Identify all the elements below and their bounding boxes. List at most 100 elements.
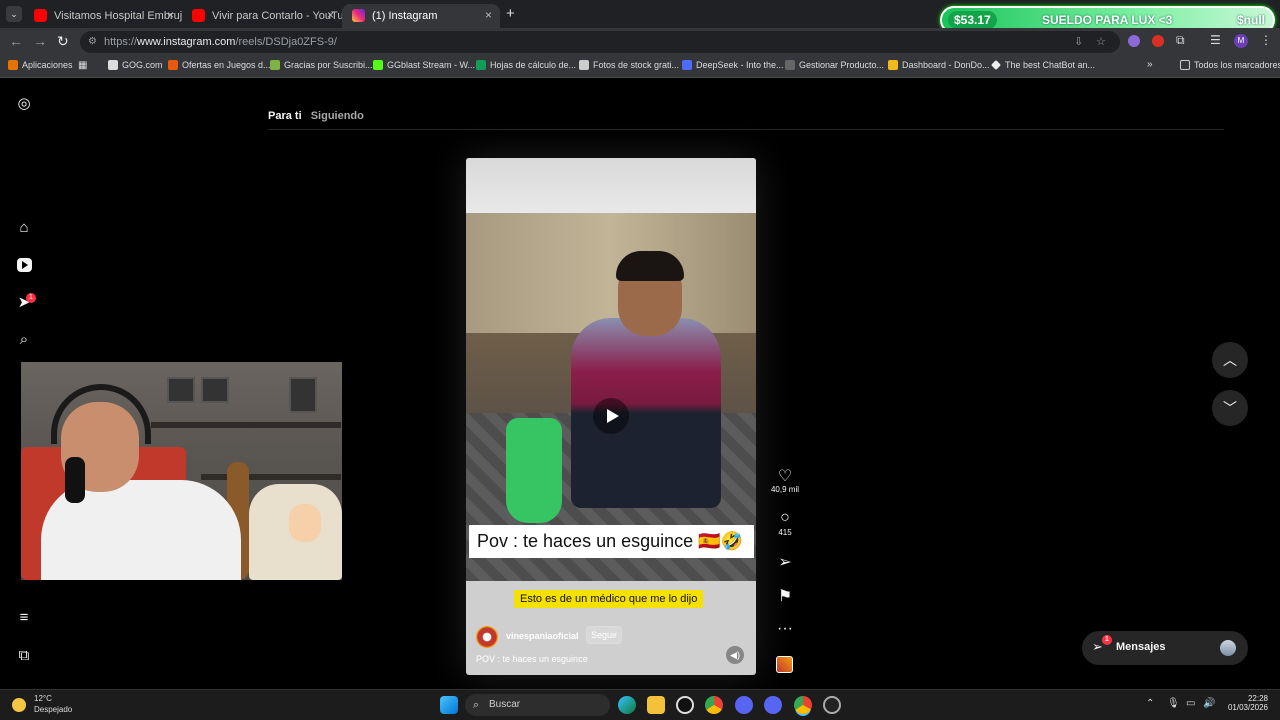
reels-icon[interactable] xyxy=(16,258,32,274)
webcam-plush-toy xyxy=(289,504,321,542)
instagram-favicon-icon xyxy=(352,9,365,22)
author-name[interactable]: vinespaniaoficial xyxy=(506,631,579,641)
discord-icon[interactable] xyxy=(764,696,782,714)
edge-icon[interactable] xyxy=(618,696,636,714)
webcam-picture-frame xyxy=(289,377,317,413)
instagram-logo-icon[interactable]: ◎ xyxy=(16,96,32,112)
browser-toolbar: ← → ↻ ⚙ https://www.instagram.com/reels/… xyxy=(0,28,1280,56)
goal-label: SUELDO PARA LUX <3 xyxy=(1042,13,1173,27)
save-action[interactable]: ⚑ xyxy=(770,586,800,605)
webcam-shelf xyxy=(201,474,341,480)
tab-vivir-para-contarlo[interactable]: Vivir para Contarlo - YouTube × xyxy=(182,4,342,28)
sheets-icon xyxy=(476,60,486,70)
volume-icon[interactable]: ◀) xyxy=(726,646,744,664)
messages-avatar xyxy=(1220,640,1236,656)
reload-icon[interactable]: ↻ xyxy=(57,33,69,50)
bookmark-hojas[interactable]: Hojas de cálculo de... xyxy=(476,60,576,70)
search-icon[interactable]: ⌕ xyxy=(16,332,32,348)
bookmark-ggblast[interactable]: GGblast Stream - W... xyxy=(373,60,475,70)
bookmark-icon[interactable]: ⚑ xyxy=(770,586,800,605)
file-explorer-icon[interactable] xyxy=(647,696,665,714)
bookmark-chatbot[interactable]: The best ChatBot an... xyxy=(991,60,1095,70)
back-icon[interactable]: ← xyxy=(9,33,23,49)
bookmark-gog[interactable]: GOG.com xyxy=(108,60,163,70)
temperature: 12°C xyxy=(34,694,52,703)
tag-icon xyxy=(168,60,178,70)
bookmark-site-icon xyxy=(270,60,280,70)
reel-subtitle: Esto es de un médico que me lo dijo xyxy=(514,590,704,608)
tab-hospital[interactable]: Visitamos Hospital Embrujado × xyxy=(24,4,182,28)
address-bar[interactable]: ⚙ https://www.instagram.com/reels/DSDja0… xyxy=(80,31,1120,53)
tab-instagram[interactable]: (1) Instagram × xyxy=(342,4,500,28)
reading-list-icon[interactable]: ☰ xyxy=(1210,33,1221,47)
previous-reel-button[interactable]: ︿ xyxy=(1212,342,1248,378)
messages-button[interactable]: ➢ 1 Mensajes xyxy=(1082,631,1248,665)
youtube-favicon-icon xyxy=(34,9,47,22)
extension-icon[interactable] xyxy=(1152,35,1164,47)
like-action[interactable]: ♡ 40,9 mil xyxy=(770,466,800,494)
new-tab-button[interactable]: + xyxy=(506,5,515,22)
bookmark-apps[interactable]: Aplicaciones xyxy=(8,60,73,70)
app-icon[interactable] xyxy=(735,696,753,714)
home-icon[interactable]: ⌂ xyxy=(16,220,32,236)
site-info-icon[interactable]: ⚙ xyxy=(88,31,97,53)
url-host: www.instagram.com xyxy=(137,36,236,48)
extensions-puzzle-icon[interactable]: ⧉ xyxy=(1176,33,1185,48)
overlay-brand: $null xyxy=(1236,13,1265,27)
install-app-icon[interactable]: ⇩ xyxy=(1074,31,1083,53)
tab-para-ti[interactable]: Para ti xyxy=(268,110,302,122)
more-options-action[interactable]: ··· xyxy=(770,620,800,638)
webcam-microphone xyxy=(65,457,85,503)
share-action[interactable]: ➢ xyxy=(770,552,800,571)
bookmark-star-icon[interactable]: ☆ xyxy=(1096,31,1106,53)
audio-avatar-icon[interactable] xyxy=(776,656,793,673)
app-icon[interactable] xyxy=(676,696,694,714)
heart-icon[interactable]: ♡ xyxy=(770,466,800,485)
display-icon[interactable]: ▭ xyxy=(1186,698,1195,709)
menu-icon[interactable]: ≡ xyxy=(16,610,32,626)
bookmark-dashboard[interactable]: Dashboard - DonDo... xyxy=(888,60,990,70)
more-options-icon[interactable]: ··· xyxy=(770,620,800,638)
taskbar-search[interactable]: ⌕ Buscar xyxy=(465,694,610,716)
tab-siguiendo[interactable]: Siguiendo xyxy=(311,110,364,122)
reel-video-card[interactable]: Pov : te haces un esguince 🇪🇸🤣 Esto es d… xyxy=(466,158,756,675)
bookmark-fotos[interactable]: Fotos de stock grati... xyxy=(579,60,679,70)
comment-action[interactable]: ○ 415 xyxy=(770,509,800,537)
all-bookmarks-folder[interactable]: Todos los marcadores xyxy=(1180,60,1280,70)
system-clock[interactable]: 22:28 01/03/2026 xyxy=(1222,694,1268,712)
close-tab-icon[interactable]: × xyxy=(167,8,174,22)
bookmark-ofertas[interactable]: Ofertas en Juegos d... xyxy=(168,60,271,70)
bookmarks-bar: Aplicaciones ▦ GOG.com Ofertas en Juegos… xyxy=(0,56,1280,78)
share-icon[interactable]: ➢ xyxy=(770,552,800,571)
profile-avatar[interactable]: M xyxy=(1234,34,1248,48)
close-tab-icon[interactable]: × xyxy=(327,8,334,22)
start-icon[interactable] xyxy=(440,696,458,714)
more-bookmarks-icon[interactable]: » xyxy=(1147,59,1153,70)
chrome-profile-icon[interactable] xyxy=(794,696,812,714)
tab-title: Vivir para Contarlo - YouTube xyxy=(212,10,342,22)
author-avatar[interactable] xyxy=(476,626,498,648)
chrome-icon[interactable] xyxy=(705,696,723,714)
comment-icon[interactable]: ○ xyxy=(770,509,800,527)
bookmark-deepseek[interactable]: DeepSeek - Into the... xyxy=(682,60,784,70)
follow-button[interactable]: Seguir xyxy=(586,626,623,644)
play-icon[interactable] xyxy=(593,398,629,434)
folder-icon xyxy=(1180,60,1190,70)
speaker-icon[interactable]: 🔊 xyxy=(1203,698,1215,709)
microphone-icon[interactable]: 🎙 xyxy=(1167,698,1180,709)
bookmark-gestionar[interactable]: Gestionar Producto... xyxy=(785,60,884,70)
bookmark-gracias[interactable]: Gracias por Suscribi... xyxy=(270,60,373,70)
tab-groups-icon[interactable]: ▦ xyxy=(78,60,87,71)
tab-search-chevron-icon[interactable]: ⌄ xyxy=(6,6,22,22)
clock-date: 01/03/2026 xyxy=(1227,703,1268,712)
deepseek-icon xyxy=(682,60,692,70)
next-reel-button[interactable]: ﹀ xyxy=(1212,390,1248,426)
extension-icon[interactable] xyxy=(1128,35,1140,47)
more-apps-icon[interactable]: ⧉ xyxy=(16,648,32,664)
chatbot-icon xyxy=(991,60,1001,70)
close-tab-icon[interactable]: × xyxy=(485,8,492,22)
browser-menu-icon[interactable]: ⋮ xyxy=(1260,33,1272,47)
app-icon[interactable] xyxy=(823,696,841,714)
tray-overflow-icon[interactable]: ⌃ xyxy=(1146,698,1154,709)
forward-icon[interactable]: → xyxy=(33,33,47,49)
